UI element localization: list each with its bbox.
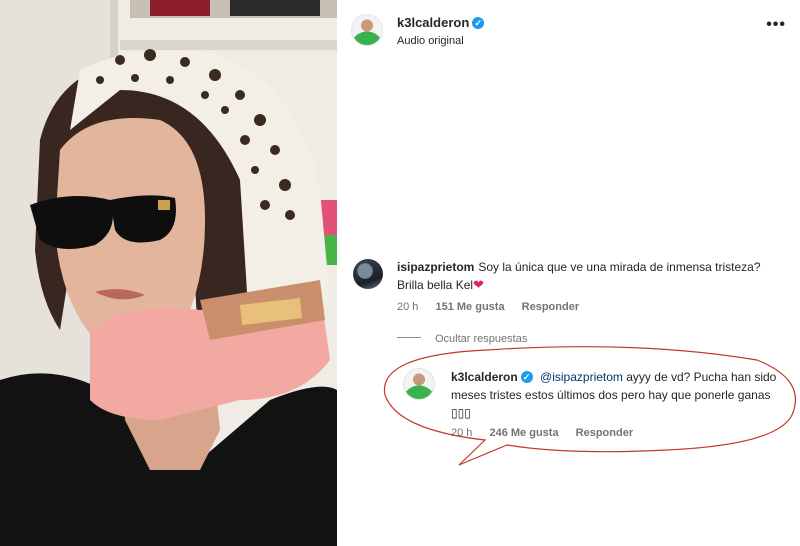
commenter-username[interactable]: isipazprietom bbox=[397, 260, 474, 274]
author-avatar[interactable] bbox=[351, 14, 383, 46]
post-image[interactable] bbox=[0, 0, 337, 546]
heart-emoji-icon: ❤ bbox=[473, 277, 484, 292]
author-username[interactable]: k3lcalderon ✓ bbox=[397, 15, 485, 30]
reply-button[interactable]: Responder bbox=[522, 301, 579, 313]
reply-likes[interactable]: 246 Me gusta bbox=[489, 427, 558, 439]
verified-badge-icon: ✓ bbox=[520, 371, 533, 383]
verified-badge-icon: ✓ bbox=[472, 17, 485, 29]
hide-replies-line bbox=[397, 337, 421, 338]
comment-meta: 20 h 151 Me gusta Responder bbox=[397, 301, 593, 313]
more-options-icon[interactable]: ••• bbox=[766, 17, 786, 33]
reply-text: k3lcalderon ✓ @isipazprietom ayyy de vd? … bbox=[451, 368, 781, 422]
audio-label[interactable]: Audio original bbox=[397, 35, 464, 47]
commenter-avatar[interactable] bbox=[353, 259, 383, 289]
comments-panel: k3lcalderon ✓ Audio original ••• isipazpr… bbox=[337, 0, 800, 546]
reply-meta: 20 h 246 Me gusta Responder bbox=[451, 427, 647, 439]
reply-author-username[interactable]: k3lcalderon ✓ bbox=[451, 370, 533, 384]
hide-replies-label[interactable]: Ocultar respuestas bbox=[435, 333, 527, 345]
reply-author-avatar[interactable] bbox=[403, 368, 435, 400]
reply-button[interactable]: Responder bbox=[576, 427, 633, 439]
post-header: k3lcalderon ✓ Audio original ••• bbox=[337, 0, 800, 62]
comment-text: isipazprietom Soy la única que ve una mir… bbox=[397, 258, 777, 294]
reply-time: 20 h bbox=[451, 427, 473, 439]
comment-likes[interactable]: 151 Me gusta bbox=[435, 301, 504, 313]
hide-replies-toggle[interactable]: Ocultar respuestas bbox=[397, 333, 527, 345]
post-photo bbox=[0, 0, 337, 546]
mention-link[interactable]: @isipazprietom bbox=[540, 370, 623, 384]
comment-time: 20 h bbox=[397, 301, 419, 313]
